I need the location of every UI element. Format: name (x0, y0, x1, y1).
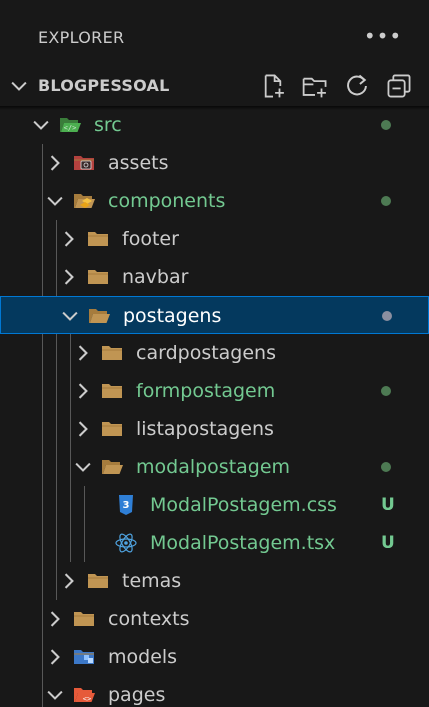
models-folder-icon (74, 650, 94, 664)
chevron-right-icon (78, 345, 88, 361)
refresh-button[interactable] (339, 70, 375, 102)
chevron-down-icon (47, 690, 63, 700)
chevron-right-icon (50, 155, 60, 171)
chevron-right-icon (64, 269, 74, 285)
svg-text:</>: </> (64, 124, 77, 132)
refresh-icon (347, 74, 367, 96)
new-folder-button[interactable] (297, 70, 333, 102)
chevron-right-icon (64, 231, 74, 247)
tree-folder-item[interactable]: contexts (0, 600, 429, 638)
git-modified-dot (381, 196, 391, 206)
git-untracked-badge: U (381, 495, 395, 515)
tree-file-item[interactable]: ModalPostagem.tsx U (0, 524, 429, 562)
tree-folder-item[interactable]: </> src (0, 106, 429, 144)
tree-folder-item[interactable]: postagens (0, 296, 429, 334)
chevron-right-icon (50, 649, 60, 665)
git-modified-dot (382, 311, 392, 321)
tree-item-label: src (94, 114, 122, 136)
pages-folder-icon: <> (74, 688, 95, 703)
tree-item-label: temas (122, 570, 182, 592)
tree-folder-item[interactable]: cardpostagens (0, 334, 429, 372)
tree-folder-item[interactable]: footer (0, 220, 429, 258)
new-file-icon (264, 74, 284, 98)
workspace-section-header[interactable]: BLOGPESSOAL (0, 66, 429, 106)
folder-icon (74, 612, 94, 626)
tree-item-label: pages (108, 684, 166, 706)
folder-icon (88, 232, 108, 246)
tree-item-label: footer (122, 228, 179, 250)
tree-folder-item[interactable]: components (0, 182, 429, 220)
tree-item-label: postagens (123, 305, 222, 327)
more-actions-icon[interactable]: ••• (364, 22, 401, 50)
new-folder-icon (302, 77, 327, 98)
react-file-icon (115, 533, 137, 553)
chevron-down-icon (62, 311, 78, 321)
chevron-down-icon (75, 462, 91, 472)
tree-folder-item[interactable]: formpostagem (0, 372, 429, 410)
git-modified-dot (381, 120, 391, 130)
chevron-right-icon (50, 611, 60, 627)
collapse-all-button[interactable] (381, 70, 417, 102)
folder-icon (88, 574, 108, 588)
chevron-down-icon (33, 120, 49, 130)
tree-item-label: modalpostagem (136, 456, 291, 478)
svg-text:<>: <> (83, 695, 91, 703)
explorer-title: EXPLORER (38, 28, 125, 47)
git-untracked-badge: U (381, 533, 395, 553)
tree-item-label: assets (108, 152, 169, 174)
tree-item-label: models (108, 646, 178, 668)
chevron-right-icon (78, 421, 88, 437)
chevron-right-icon (78, 383, 88, 399)
tree-folder-item[interactable]: temas (0, 562, 429, 600)
chevron-down-icon (47, 196, 63, 206)
folder-icon (88, 270, 108, 284)
tree-folder-item[interactable]: models (0, 638, 429, 676)
folder-icon (102, 346, 122, 360)
assets-folder-icon (74, 156, 94, 170)
folder-icon (102, 384, 122, 398)
tree-folder-item[interactable]: modalpostagem (0, 448, 429, 486)
tree-item-label: cardpostagens (136, 342, 276, 364)
tree-folder-item[interactable]: <> pages (0, 676, 429, 707)
tree-item-label: components (108, 190, 226, 212)
git-modified-dot (381, 386, 391, 396)
tree-file-item[interactable]: 3 ModalPostagem.css U (0, 486, 429, 524)
chevron-down-icon (11, 81, 27, 91)
folder-icon (102, 422, 122, 436)
svg-text:3: 3 (123, 500, 130, 511)
folder-open-icon (102, 460, 123, 474)
tree-item-label: formpostagem (136, 380, 276, 402)
src-folder-icon: </> (60, 118, 81, 132)
explorer-header: EXPLORER ••• (0, 0, 429, 72)
tree-folder-item[interactable]: assets (0, 144, 429, 182)
tree-folder-item[interactable]: listapostagens (0, 410, 429, 448)
tree-item-label: ModalPostagem.css (150, 494, 337, 516)
tree-folder-item[interactable]: navbar (0, 258, 429, 296)
css-file-icon: 3 (119, 495, 133, 515)
explorer-panel: EXPLORER ••• BLOGPESSOAL </> src assets … (0, 0, 429, 707)
tree-item-label: ModalPostagem.tsx (150, 532, 336, 554)
tree-item-label: listapostagens (136, 418, 274, 440)
new-file-button[interactable] (255, 70, 291, 102)
folder-open-icon (89, 309, 110, 323)
workspace-title: BLOGPESSOAL (38, 76, 170, 95)
chevron-right-icon (64, 573, 74, 589)
collapse-all-icon (387, 74, 411, 98)
components-folder-icon (74, 194, 95, 208)
tree-item-label: contexts (108, 608, 190, 630)
section-actions (255, 70, 417, 102)
git-modified-dot (381, 462, 391, 472)
tree-item-label: navbar (122, 266, 189, 288)
